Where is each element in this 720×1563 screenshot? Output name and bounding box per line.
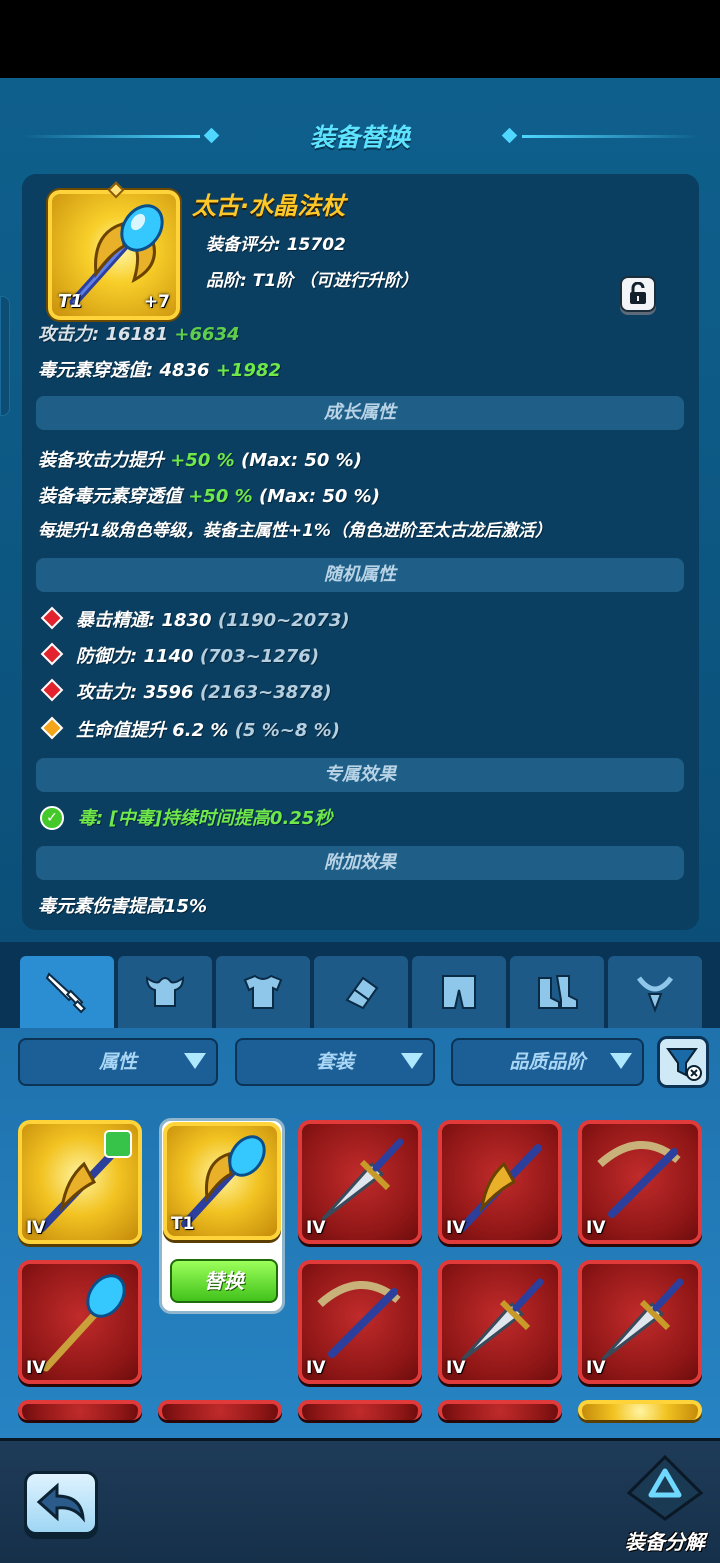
inventory-item[interactable]: IV <box>298 1120 422 1244</box>
selected-item-icon: T1 <box>163 1122 281 1240</box>
dismantle-button[interactable]: 装备分解 <box>610 1453 720 1563</box>
tab-boots[interactable] <box>510 956 604 1028</box>
red-gem-icon <box>40 678 64 702</box>
item-icon: T1 +7 <box>48 181 180 320</box>
item-rank: 品阶: T1阶 （可进行升阶） <box>206 271 419 291</box>
section-additional: 附加效果 <box>36 846 684 880</box>
section-exclusive: 专属效果 <box>36 758 684 792</box>
level-label: IV <box>446 1358 466 1378</box>
status-bar <box>0 0 720 78</box>
level-label: IV <box>446 1218 466 1238</box>
exclusive-effect: 毒: [中毒]持续时间提高0.25秒 <box>78 808 333 829</box>
inventory-item-partial[interactable] <box>578 1400 702 1420</box>
main-stat-poison-penetration: 毒元素穿透值: 4836 +1982 <box>38 360 282 381</box>
chevron-down-icon <box>184 1053 206 1069</box>
tab-necklace[interactable] <box>608 956 702 1028</box>
level-label: IV <box>26 1218 46 1238</box>
tab-helmet[interactable] <box>118 956 212 1028</box>
check-icon: ✓ <box>40 806 64 830</box>
sword-icon <box>45 972 87 1014</box>
inventory-item[interactable]: IV <box>578 1120 702 1244</box>
unlock-button[interactable] <box>620 276 656 312</box>
inventory-item[interactable]: IV <box>18 1120 142 1244</box>
level-label: IV <box>306 1358 326 1378</box>
quality-filter-label: 品质品阶 <box>509 1051 586 1073</box>
tier-label: T1 <box>58 291 83 312</box>
level-label: IV <box>306 1218 326 1238</box>
equipment-detail-screen: 装备替换 T1 +7 太古·水晶法杖 装备评分: 15702 品阶: T1阶 （… <box>0 78 720 942</box>
random-stat-defense: 防御力: 1140 (703~1276) <box>76 646 320 667</box>
replace-button[interactable]: 替换 <box>170 1259 278 1303</box>
random-stat-crit: 暴击精通: 1830 (1190~2073) <box>76 610 350 631</box>
recycle-icon <box>626 1454 704 1521</box>
section-growth: 成长属性 <box>36 396 684 430</box>
inventory-item[interactable]: IV <box>438 1260 562 1384</box>
set-filter-dropdown[interactable]: 套装 <box>235 1038 435 1086</box>
tab-gloves[interactable] <box>314 956 408 1028</box>
selected-item-card[interactable]: T1 替换 <box>159 1118 285 1314</box>
level-label: IV <box>586 1358 606 1378</box>
title-divider-right <box>522 135 700 138</box>
main-stat-attack: 攻击力: 16181 +6634 <box>38 324 240 345</box>
inventory-item[interactable]: IV <box>18 1260 142 1384</box>
level-label: IV <box>26 1358 46 1378</box>
chevron-down-icon <box>610 1053 632 1069</box>
equipped-badge-icon <box>104 1130 132 1158</box>
inventory-item[interactable]: IV <box>578 1260 702 1384</box>
back-button[interactable] <box>24 1471 98 1535</box>
attribute-filter-dropdown[interactable]: 属性 <box>18 1038 218 1086</box>
unlock-icon <box>630 281 646 304</box>
item-score: 装备评分: 15702 <box>206 235 346 255</box>
inventory-item-partial[interactable] <box>438 1400 562 1420</box>
boots-icon <box>538 975 578 1009</box>
gauntlet-icon <box>345 976 379 1010</box>
clear-filter-button[interactable] <box>657 1036 709 1088</box>
chevron-down-icon <box>401 1053 423 1069</box>
tab-armor[interactable] <box>216 956 310 1028</box>
inventory-item-partial[interactable] <box>298 1400 422 1420</box>
random-stat-hp: 生命值提升 6.2 % (5 %~8 %) <box>76 720 340 741</box>
necklace-icon <box>636 976 674 1013</box>
growth-stat-poison: 装备毒元素穿透值 +50 % (Max: 50 %) <box>38 486 380 507</box>
growth-stat-attack: 装备攻击力提升 +50 % (Max: 50 %) <box>38 450 362 471</box>
additional-effect: 毒元素伤害提高15% <box>38 896 208 917</box>
tab-pants[interactable] <box>412 956 506 1028</box>
tab-weapon[interactable] <box>20 956 114 1028</box>
item-name: 太古·水晶法杖 <box>192 192 346 220</box>
pants-icon <box>442 975 476 1009</box>
red-gem-icon <box>40 606 64 630</box>
inventory-item-partial[interactable] <box>158 1400 282 1420</box>
quality-filter-dropdown[interactable]: 品质品阶 <box>451 1038 644 1086</box>
armor-icon <box>243 974 283 1009</box>
dismantle-label: 装备分解 <box>625 1530 705 1554</box>
set-filter-label: 套装 <box>315 1051 354 1073</box>
inventory-item-partial[interactable] <box>18 1400 142 1420</box>
attribute-filter-label: 属性 <box>98 1051 137 1073</box>
enhance-level: +7 <box>143 292 170 312</box>
helmet-icon <box>145 975 185 1007</box>
tier-label: T1 <box>171 1214 195 1234</box>
inventory-item[interactable]: IV <box>438 1120 562 1244</box>
back-arrow-icon <box>36 1482 85 1523</box>
gold-gem-icon <box>40 716 64 740</box>
item-detail-panel[interactable]: T1 +7 太古·水晶法杖 装备评分: 15702 品阶: T1阶 （可进行升阶… <box>22 174 699 930</box>
bottom-bar: 装备分解 <box>0 1438 720 1563</box>
side-handle[interactable] <box>0 296 10 416</box>
growth-note: 每提升1级角色等级，装备主属性+1%（角色进阶至太古龙后激活） <box>38 521 552 541</box>
filter-icon <box>666 1048 702 1081</box>
equipment-slot-tabs <box>0 942 720 1028</box>
title-row: 装备替换 <box>0 116 720 156</box>
red-gem-icon <box>40 642 64 666</box>
level-label: IV <box>586 1218 606 1238</box>
section-random: 随机属性 <box>36 558 684 592</box>
inventory-item[interactable]: IV <box>298 1260 422 1384</box>
random-stat-attack: 攻击力: 3596 (2163~3878) <box>76 682 332 703</box>
